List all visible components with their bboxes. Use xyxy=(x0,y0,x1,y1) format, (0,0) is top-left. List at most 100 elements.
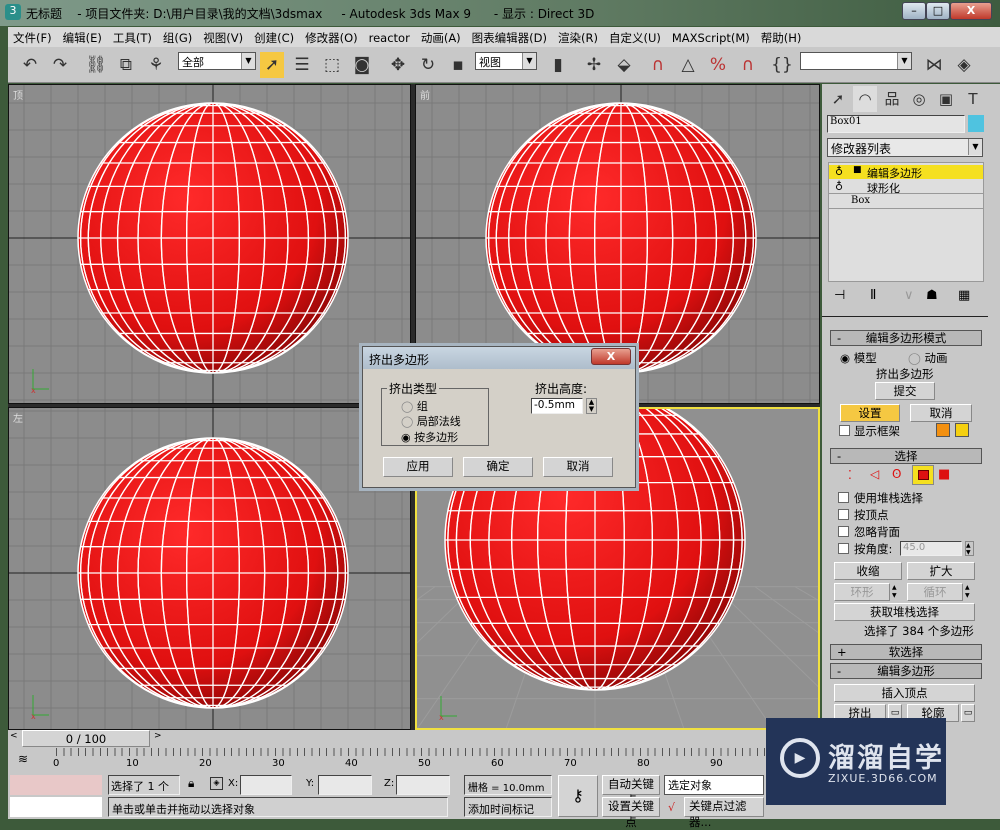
menu-views[interactable]: 视图(V) xyxy=(198,27,249,46)
rollout-edit-polygons[interactable]: - 编辑多边形 xyxy=(830,663,982,679)
cage-selected-color-swatch[interactable] xyxy=(955,423,969,437)
by-vertex-checkbox[interactable] xyxy=(838,509,849,520)
align-icon[interactable]: ◈ xyxy=(952,52,976,78)
rollout-edit-poly-mode[interactable]: - 编辑多边形模式 xyxy=(830,330,982,346)
unlink-icon[interactable]: ⧉ xyxy=(114,52,138,78)
menu-customize[interactable]: 自定义(U) xyxy=(604,27,667,46)
dialog-close-button[interactable]: X xyxy=(591,348,631,365)
menu-rendering[interactable]: 渲染(R) xyxy=(553,27,604,46)
menu-reactor[interactable]: reactor xyxy=(364,28,416,45)
manipulate-icon[interactable]: ✢ xyxy=(582,52,606,78)
loop-spinner[interactable]: ▲ ▼ xyxy=(965,584,974,600)
expand-icon[interactable]: ■ xyxy=(853,165,862,175)
extrude-height-spinner[interactable]: ▲ ▼ xyxy=(586,398,597,414)
make-unique-icon[interactable]: ∨ xyxy=(904,288,914,303)
key-mode-dropdown[interactable]: 选定对象 xyxy=(664,775,764,795)
shrink-button[interactable]: 收缩 xyxy=(834,562,902,580)
cancel-button[interactable]: 取消 xyxy=(543,457,613,477)
next-frame-icon[interactable]: > xyxy=(154,731,162,741)
modify-tab-icon[interactable]: ◠ xyxy=(853,86,877,112)
display-tab-icon[interactable]: ▣ xyxy=(934,86,958,112)
key-icon[interactable]: ⚷ xyxy=(558,775,598,817)
menu-group[interactable]: 组(G) xyxy=(158,27,198,46)
create-tab-icon[interactable]: ➚ xyxy=(826,86,850,112)
rotate-icon[interactable]: ↻ xyxy=(416,52,440,78)
radio-animate[interactable]: ◯ 动画 xyxy=(908,350,948,366)
get-stack-selection-button[interactable]: 获取堆栈选择 xyxy=(834,603,975,621)
reference-coord-dropdown[interactable]: 视图 ▼ xyxy=(475,52,537,70)
by-angle-checkbox[interactable] xyxy=(838,543,849,554)
ok-button[interactable]: 确定 xyxy=(463,457,533,477)
radio-group[interactable]: ◯ 组 xyxy=(401,398,428,414)
close-button[interactable]: X xyxy=(950,2,992,20)
absolute-mode-icon[interactable]: ◈ xyxy=(210,777,223,790)
maxscript-input[interactable] xyxy=(10,797,102,817)
stack-item-spherify[interactable]: ♁ 球形化 xyxy=(829,180,983,195)
lightbulb-icon[interactable]: ♁ xyxy=(835,165,843,178)
viewport-left[interactable]: x左 xyxy=(8,407,411,730)
menu-file[interactable]: 文件(F) xyxy=(8,27,58,46)
ignore-backfacing-checkbox[interactable] xyxy=(838,526,849,537)
show-cage-checkbox[interactable] xyxy=(839,425,850,436)
settings-button[interactable]: 设置 xyxy=(840,404,900,422)
vertex-mode-icon[interactable]: ⁚ xyxy=(848,468,852,482)
undo-icon[interactable]: ↶ xyxy=(18,52,42,78)
polygon-mode-icon[interactable] xyxy=(912,465,934,485)
bind-space-warp-icon[interactable]: ⚘ xyxy=(144,52,168,78)
window-crossing-icon[interactable]: ◙ xyxy=(350,52,374,78)
hierarchy-tab-icon[interactable]: 品 xyxy=(880,86,904,112)
maxscript-listener[interactable] xyxy=(10,775,102,795)
angle-snap-icon[interactable]: △ xyxy=(676,52,700,78)
move-icon[interactable]: ✥ xyxy=(386,52,410,78)
menu-edit[interactable]: 编辑(E) xyxy=(58,27,108,46)
grow-button[interactable]: 扩大 xyxy=(907,562,975,580)
modifier-list-dropdown[interactable]: 修改器列表 ▼ xyxy=(827,138,983,157)
set-key-button[interactable]: 设置关键点 xyxy=(602,797,660,829)
time-slider[interactable]: < 0 / 100 > xyxy=(8,730,820,748)
select-by-name-icon[interactable]: ☰ xyxy=(290,52,314,78)
object-color-swatch[interactable] xyxy=(968,115,984,132)
insert-vertex-button[interactable]: 插入顶点 xyxy=(834,684,975,702)
lightbulb-icon[interactable]: ♁ xyxy=(835,180,843,193)
prev-frame-icon[interactable]: < xyxy=(10,731,20,746)
element-mode-icon[interactable]: ■ xyxy=(938,467,950,482)
motion-tab-icon[interactable]: ◎ xyxy=(907,86,931,112)
radio-model[interactable]: ◉ 模型 xyxy=(840,350,877,366)
y-coordinate-input[interactable] xyxy=(318,775,372,795)
z-coordinate-input[interactable] xyxy=(396,775,450,795)
stack-item-edit-poly[interactable]: ♁ ■ 编辑多边形 xyxy=(829,165,983,180)
edit-named-selection-icon[interactable]: {} xyxy=(770,52,794,78)
pivot-center-icon[interactable]: ▮ xyxy=(546,52,570,78)
utilities-tab-icon[interactable]: T xyxy=(961,86,985,112)
configure-sets-icon[interactable]: ▦ xyxy=(958,288,970,303)
scale-icon[interactable]: ▪ xyxy=(446,52,470,78)
auto-key-button[interactable]: 自动关键点 xyxy=(602,775,660,807)
x-coordinate-input[interactable] xyxy=(240,775,292,795)
link-icon[interactable]: ⛓ xyxy=(84,52,108,78)
time-slider-thumb[interactable]: 0 / 100 xyxy=(22,730,150,747)
angle-input[interactable]: 45.0 xyxy=(900,541,962,556)
snap-3d-icon[interactable]: ∩ xyxy=(646,52,670,78)
selection-filter-dropdown[interactable]: 全部 ▼ xyxy=(178,52,256,70)
named-selection-dropdown[interactable]: ▼ xyxy=(800,52,912,70)
menu-graph-editors[interactable]: 图表编辑器(D) xyxy=(467,27,553,46)
border-mode-icon[interactable]: ʘ xyxy=(892,467,901,481)
menu-help[interactable]: 帮助(H) xyxy=(756,27,808,46)
spinner-snap-icon[interactable]: ∩ xyxy=(736,52,760,78)
menu-maxscript[interactable]: MAXScript(M) xyxy=(667,28,756,45)
remove-modifier-icon[interactable]: ☗ xyxy=(926,288,938,303)
menu-tools[interactable]: 工具(T) xyxy=(108,27,158,46)
use-stack-selection-checkbox[interactable] xyxy=(838,492,849,503)
maximize-button[interactable]: □ xyxy=(926,2,950,20)
rollout-selection[interactable]: - 选择 xyxy=(830,448,982,464)
menu-animation[interactable]: 动画(A) xyxy=(416,27,467,46)
commit-button[interactable]: 提交 xyxy=(875,382,935,400)
menu-create[interactable]: 创建(C) xyxy=(249,27,300,46)
select-object-icon[interactable]: ➚ xyxy=(260,52,284,78)
edge-mode-icon[interactable]: ◁ xyxy=(870,467,879,481)
percent-snap-icon[interactable]: % xyxy=(706,52,730,78)
show-end-result-icon[interactable]: Ⅱ xyxy=(870,288,876,303)
lock-icon[interactable]: 🔒︎ xyxy=(188,776,194,791)
radio-by-polygon[interactable]: ◉ 按多边形 xyxy=(401,429,458,445)
rectangular-selection-icon[interactable]: ⬚ xyxy=(320,52,344,78)
